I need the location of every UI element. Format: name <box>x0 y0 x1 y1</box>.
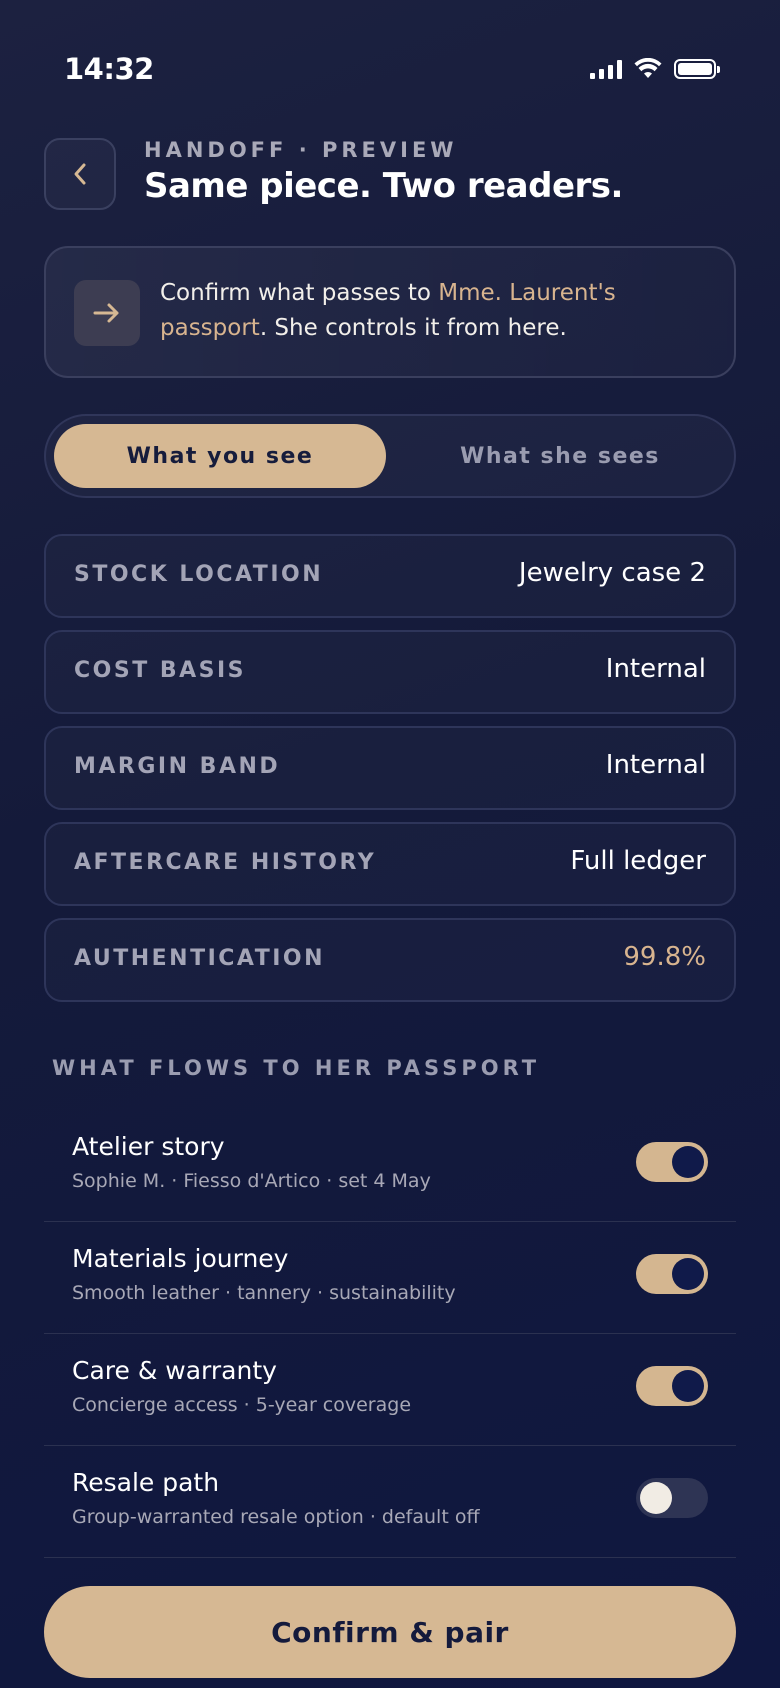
notice-icon-box <box>74 280 140 346</box>
field-aftercare-history: AFTERCARE HISTORY Full ledger <box>44 822 736 906</box>
status-bar: 14:32 <box>0 0 780 140</box>
authentication-score: 99.8% <box>623 942 706 972</box>
status-time: 14:32 <box>64 52 154 86</box>
toggle-atelier-story[interactable] <box>636 1142 708 1182</box>
handoff-notice-card: Confirm what passes to Mme. Laurent's pa… <box>44 246 736 378</box>
notice-text: Confirm what passes to Mme. Laurent's pa… <box>160 276 720 346</box>
field-stock-location: STOCK LOCATION Jewelry case 2 <box>44 534 736 618</box>
flow-title: Care & warranty <box>72 1356 277 1385</box>
field-label: AUTHENTICATION <box>74 946 326 971</box>
field-value: Internal <box>605 654 706 684</box>
toggle-materials-journey[interactable] <box>636 1254 708 1294</box>
field-margin-band: MARGIN BAND Internal <box>44 726 736 810</box>
field-value: Internal <box>605 750 706 780</box>
flow-title: Atelier story <box>72 1132 225 1161</box>
wifi-icon <box>634 58 662 78</box>
chevron-left-icon <box>74 163 86 185</box>
tab-what-you-see[interactable]: What you see <box>54 424 386 488</box>
view-toggle: What you see What she sees <box>44 414 736 498</box>
field-label: STOCK LOCATION <box>74 562 324 587</box>
toggle-resale-path[interactable] <box>636 1478 708 1518</box>
notice-text-after: . She controls it from here. <box>259 315 567 341</box>
tab-what-she-sees[interactable]: What she sees <box>394 424 726 488</box>
flow-subtitle: Concierge access · 5-year coverage <box>72 1394 412 1416</box>
toggle-care-warranty[interactable] <box>636 1366 708 1406</box>
arrow-right-icon <box>93 303 119 323</box>
confirm-pair-button[interactable]: Confirm & pair <box>44 1586 736 1678</box>
flow-subtitle: Sophie M. · Fiesso d'Artico · set 4 May <box>72 1170 431 1192</box>
field-label: AFTERCARE HISTORY <box>74 850 377 875</box>
field-authentication: AUTHENTICATION 99.8% <box>44 918 736 1002</box>
field-value: Full ledger <box>570 846 706 876</box>
section-title-passport-flows: WHAT FLOWS TO HER PASSPORT <box>52 1056 541 1080</box>
cellular-signal-icon <box>590 59 622 79</box>
page-title: Same piece. Two readers. <box>144 166 623 206</box>
battery-icon <box>674 59 720 79</box>
flow-item-resale-path: Resale path Group-warranted resale optio… <box>44 1446 736 1558</box>
flow-title: Materials journey <box>72 1244 289 1273</box>
field-cost-basis: COST BASIS Internal <box>44 630 736 714</box>
field-label: MARGIN BAND <box>74 754 281 779</box>
flow-title: Resale path <box>72 1468 220 1497</box>
flow-subtitle: Group-warranted resale option · default … <box>72 1506 480 1528</box>
header-eyebrow: HANDOFF · PREVIEW <box>144 138 458 162</box>
battery-fill <box>678 63 712 75</box>
field-value: Jewelry case 2 <box>518 558 706 588</box>
flow-item-care-warranty: Care & warranty Concierge access · 5-yea… <box>44 1334 736 1446</box>
field-label: COST BASIS <box>74 658 247 683</box>
flow-subtitle: Smooth leather · tannery · sustainabilit… <box>72 1282 456 1304</box>
status-icons <box>590 58 720 80</box>
flow-item-atelier-story: Atelier story Sophie M. · Fiesso d'Artic… <box>44 1110 736 1222</box>
back-button[interactable] <box>44 138 116 210</box>
flow-item-materials-journey: Materials journey Smooth leather · tanne… <box>44 1222 736 1334</box>
toggle-knob <box>672 1258 704 1290</box>
toggle-knob <box>672 1146 704 1178</box>
toggle-knob <box>672 1370 704 1402</box>
toggle-knob <box>640 1482 672 1514</box>
notice-text-before: Confirm what passes to <box>160 280 439 306</box>
